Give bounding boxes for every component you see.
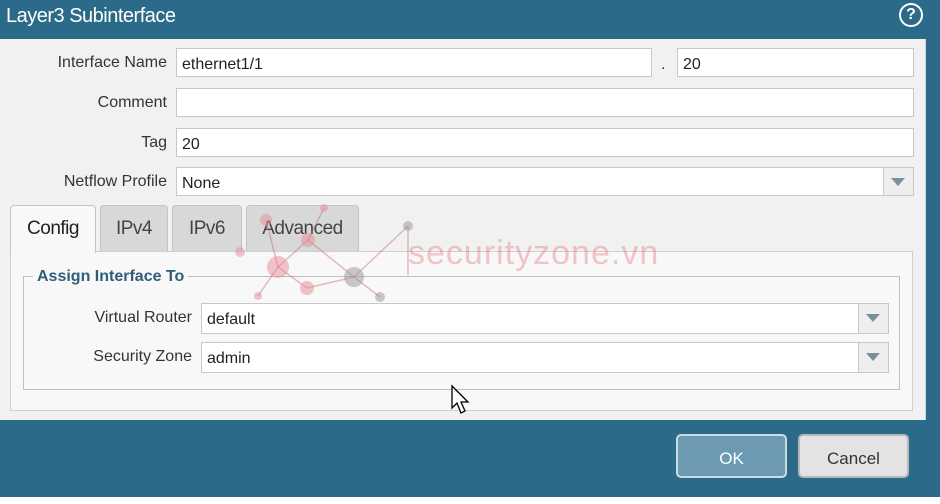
cancel-button[interactable]: Cancel bbox=[798, 434, 909, 478]
netflow-profile-value: None bbox=[182, 175, 221, 192]
chevron-down-icon bbox=[866, 314, 880, 322]
tag-field[interactable]: 20 bbox=[176, 128, 914, 157]
chevron-down-icon bbox=[866, 353, 880, 361]
security-zone-dropdown-toggle[interactable] bbox=[858, 343, 888, 372]
comment-field[interactable] bbox=[176, 88, 914, 117]
security-zone-value: admin bbox=[207, 350, 251, 367]
watermark-network-icon bbox=[235, 204, 413, 302]
interface-separator: . bbox=[661, 56, 666, 73]
virtual-router-select[interactable]: default bbox=[201, 303, 889, 334]
subinterface-id-field[interactable]: 20 bbox=[677, 48, 914, 77]
comment-label: Comment bbox=[97, 94, 167, 111]
assign-interface-legend: Assign Interface To bbox=[33, 268, 189, 286]
security-zone-select[interactable]: admin bbox=[201, 342, 889, 373]
virtual-router-label: Virtual Router bbox=[94, 309, 192, 326]
netflow-dropdown-toggle[interactable] bbox=[883, 168, 913, 195]
dialog-title: Layer3 Subinterface bbox=[6, 5, 176, 27]
virtual-router-dropdown-toggle[interactable] bbox=[858, 304, 888, 333]
interface-name-label: Interface Name bbox=[57, 54, 167, 71]
mouse-cursor-icon bbox=[451, 384, 470, 414]
interface-name-field[interactable]: ethernet1/1 bbox=[176, 48, 652, 77]
virtual-router-value: default bbox=[207, 311, 256, 328]
chevron-down-icon bbox=[891, 178, 905, 186]
ok-button[interactable]: OK bbox=[676, 434, 787, 478]
netflow-profile-label: Netflow Profile bbox=[63, 173, 167, 190]
netflow-profile-select[interactable]: None bbox=[176, 167, 914, 196]
help-icon[interactable]: ? bbox=[899, 3, 923, 27]
security-zone-label: Security Zone bbox=[93, 348, 192, 365]
tab-ipv4[interactable]: IPv4 bbox=[100, 205, 168, 252]
tab-config[interactable]: Config bbox=[10, 205, 96, 253]
tag-label: Tag bbox=[141, 134, 167, 151]
dialog-titlebar[interactable]: Layer3 Subinterface ? bbox=[0, 0, 940, 36]
watermark-text: securityzone.vn bbox=[408, 234, 660, 272]
